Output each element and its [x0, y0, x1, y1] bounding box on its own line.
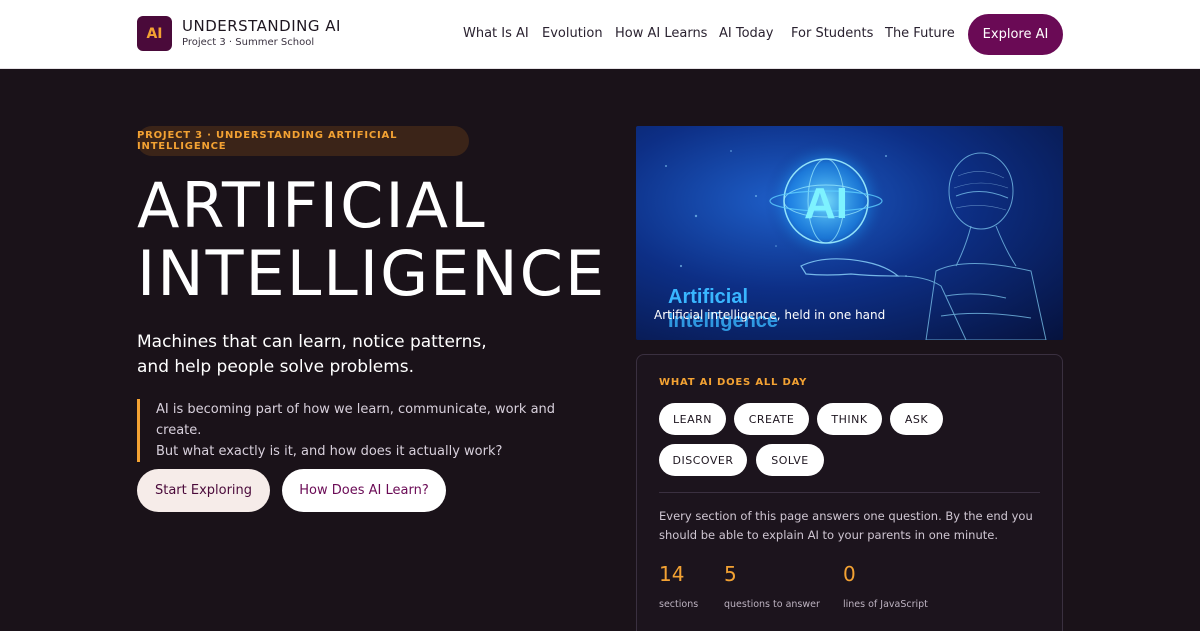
- title-line-2: INTELLIGENCE: [137, 237, 607, 310]
- stat-js-lines-label: lines of JavaScript: [843, 599, 928, 610]
- stat-questions-value: 5: [724, 562, 737, 586]
- nav-ai-today[interactable]: AI Today: [719, 26, 773, 41]
- card-description: Every section of this page answers one q…: [659, 509, 1033, 542]
- stat-js-lines-value: 0: [843, 562, 856, 586]
- overlay-line-1: Artificial: [668, 286, 748, 308]
- chip-ask[interactable]: ASK: [890, 403, 943, 435]
- nav-evolution[interactable]: Evolution: [542, 26, 603, 41]
- stat-sections-label: sections: [659, 599, 699, 610]
- chip-think[interactable]: THINK: [817, 403, 882, 435]
- nav-for-students[interactable]: For Students: [791, 26, 873, 41]
- start-exploring-button[interactable]: Start Exploring: [137, 469, 270, 512]
- quote-line-1: AI is becoming part of how we learn, com…: [156, 402, 556, 438]
- page-title: ARTIFICIAL INTELLIGENCE: [137, 172, 606, 308]
- brand-title[interactable]: UNDERSTANDING AI: [182, 17, 341, 35]
- stat-sections-value: 14: [659, 562, 685, 586]
- quote-line-2: But what exactly is it, and how does it …: [156, 444, 503, 459]
- brand-subtitle: Project 3 · Summer School: [182, 37, 315, 48]
- explore-ai-button[interactable]: Explore AI: [968, 14, 1063, 55]
- nav-what-is-ai[interactable]: What Is AI: [463, 26, 529, 41]
- chip-discover[interactable]: DISCOVER: [659, 444, 747, 476]
- globe-ai-text: AI: [804, 179, 848, 228]
- how-ai-learns-button[interactable]: How Does AI Learn?: [282, 469, 446, 512]
- card-divider: [659, 492, 1040, 493]
- image-caption: Artificial intelligence, held in one han…: [654, 308, 886, 322]
- lead-line-2: and help people solve problems.: [137, 357, 415, 377]
- eyebrow-badge: PROJECT 3 · UNDERSTANDING ARTIFICIAL INT…: [137, 126, 469, 156]
- stat-questions-label: questions to answer: [724, 599, 820, 610]
- lead-text: Machines that can learn, notice patterns…: [137, 330, 497, 380]
- card-label: WHAT AI DOES ALL DAY: [659, 377, 808, 388]
- chip-solve[interactable]: SOLVE: [756, 444, 824, 476]
- nav-the-future[interactable]: The Future: [885, 26, 955, 41]
- site-header: AI UNDERSTANDING AI Project 3 · Summer S…: [0, 0, 1200, 69]
- title-line-1: ARTIFICIAL: [137, 169, 487, 242]
- chip-learn[interactable]: LEARN: [659, 403, 726, 435]
- nav-how-ai-learns[interactable]: How AI Learns: [615, 26, 707, 41]
- intro-quote: AI is becoming part of how we learn, com…: [137, 399, 577, 462]
- lead-line-1: Machines that can learn, notice patterns…: [137, 332, 487, 352]
- logo-icon[interactable]: AI: [137, 16, 172, 51]
- chip-create[interactable]: CREATE: [734, 403, 809, 435]
